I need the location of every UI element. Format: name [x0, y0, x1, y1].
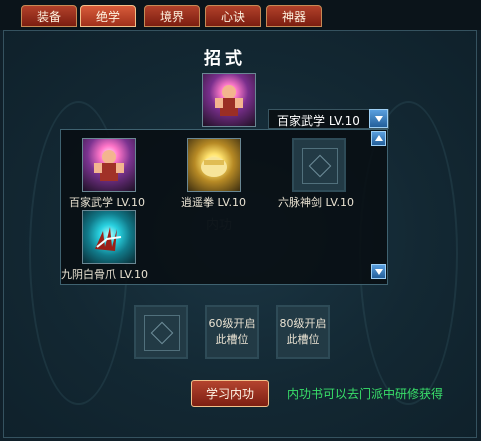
skill-option-baijia[interactable]	[82, 138, 136, 192]
slot-unlock-text: 80级开启 此槽位	[279, 317, 327, 346]
locked-skill-icon	[302, 148, 338, 184]
tab-martial-arts[interactable]: 绝学	[80, 5, 136, 27]
chevron-up-icon	[375, 135, 383, 141]
slot-unlock-text: 60级开启 此槽位	[208, 317, 256, 346]
bone-claw-skill-icon	[95, 227, 122, 251]
equipped-skill-icon[interactable]	[202, 73, 256, 127]
page-title: 招式	[204, 49, 246, 69]
skill-option-xiaoyao[interactable]	[187, 138, 241, 192]
chevron-down-icon	[375, 116, 383, 122]
learn-neigong-button[interactable]: 学习内功	[191, 380, 269, 407]
monk-fire-skill-icon	[94, 150, 124, 181]
skill-option-liumai[interactable]	[292, 138, 346, 192]
kungfu-window: 装备 绝学 境界 心诀 神器 招式 百家武学 LV.10 内功 百家武学 LV.	[0, 0, 481, 441]
slot-empty-icon	[144, 315, 180, 351]
tab-realm[interactable]: 境界	[144, 5, 200, 27]
tab-heart-method[interactable]: 心诀	[205, 5, 261, 27]
skill-select-button[interactable]	[369, 109, 388, 128]
tab-equipment[interactable]: 装备	[21, 5, 77, 27]
chevron-down-icon	[375, 269, 383, 275]
scroll-up-button[interactable]	[371, 131, 386, 146]
skill-option-label: 六脉神剑 LV.10	[278, 196, 355, 209]
skill-option-jiuyin[interactable]	[82, 210, 136, 264]
skill-option-label: 百家武学 LV.10	[69, 196, 146, 209]
neigong-slot-1[interactable]	[134, 305, 188, 359]
tab-bar: 装备 绝学 境界 心诀 神器	[0, 0, 481, 30]
scroll-down-button[interactable]	[371, 264, 386, 279]
skill-option-label: 逍遥拳 LV.10	[181, 196, 247, 209]
skill-option-label: 九阴白骨爪 LV.10	[61, 268, 149, 281]
tab-artifact[interactable]: 神器	[266, 5, 322, 27]
monk-figure-icon	[215, 85, 243, 116]
skill-select-value: 百家武学 LV.10	[277, 114, 360, 128]
golden-fist-skill-icon	[201, 157, 227, 177]
hint-text: 内功书可以去门派中研修获得	[287, 387, 444, 401]
